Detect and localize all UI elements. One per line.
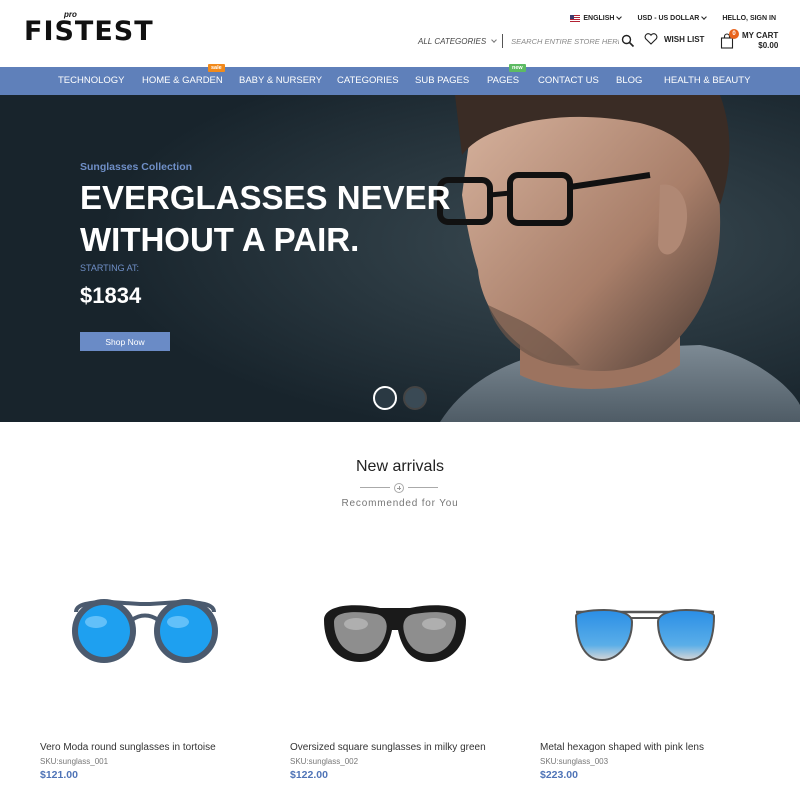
hero-price: $1834: [80, 283, 142, 308]
nav-item-technology[interactable]: TECHNOLOGY: [58, 67, 125, 95]
wishlist-label: WISH LIST: [664, 34, 705, 44]
product-price: $121.00: [40, 769, 78, 781]
logo[interactable]: pro FISTEST: [24, 10, 174, 47]
section-divider: [360, 482, 440, 494]
nav-item-health-beauty[interactable]: HEALTH & BEAUTY: [664, 67, 750, 95]
language-label: ENGLISH: [583, 14, 615, 22]
nav-item-home-garden[interactable]: HOME & GARDEN sale: [142, 64, 225, 95]
chevron-down-icon: [616, 13, 623, 20]
product-name[interactable]: Oversized square sunglasses in milky gre…: [290, 742, 486, 753]
shop-now-button[interactable]: Shop Now: [80, 332, 170, 351]
language-selector[interactable]: ENGLISH: [570, 12, 623, 24]
chevron-down-icon: [491, 36, 498, 43]
sale-badge: sale: [208, 64, 225, 72]
nav-item-sub-pages[interactable]: SUB PAGES: [415, 67, 469, 95]
product-card[interactable]: Oversized square sunglasses in milky gre…: [290, 560, 500, 790]
cart-total: $0.00: [758, 41, 779, 50]
product-price: $223.00: [540, 769, 578, 781]
chevron-down-icon: [701, 13, 708, 20]
section-subtitle: Recommended for You: [341, 498, 459, 509]
nav-item-label: CONTACT US: [538, 75, 599, 86]
sign-in-label: HELLO, SIGN IN: [722, 14, 776, 22]
cart-count-badge: 0: [729, 29, 739, 39]
nav-item-blog[interactable]: BLOG: [616, 67, 642, 95]
product-card[interactable]: Metal hexagon shaped with pink lens SKU:…: [540, 560, 750, 790]
new-badge: new: [509, 64, 526, 72]
plus-circle-icon: [394, 483, 404, 493]
currency-label: USD - US DOLLAR: [637, 14, 700, 22]
search-icon[interactable]: [621, 34, 635, 48]
category-select[interactable]: ALL CATEGORIES: [418, 34, 504, 48]
nav-item-label: CATEGORIES: [337, 75, 399, 86]
slider-dot-2[interactable]: [403, 386, 427, 410]
product-image[interactable]: [290, 560, 500, 700]
divider-line: [360, 487, 390, 488]
product-sku: SKU:sunglass_003: [540, 757, 609, 766]
nav-item-baby-nursery[interactable]: BABY & NURSERY: [239, 67, 322, 95]
product-image[interactable]: [40, 560, 250, 700]
cart-summary: MY CART $0.00: [742, 31, 778, 51]
nav-item-label: BABY & NURSERY: [239, 75, 323, 86]
currency-selector[interactable]: USD - US DOLLAR: [637, 12, 708, 24]
top-links: ENGLISH USD - US DOLLAR HELLO, SIGN IN: [570, 12, 776, 24]
hero-subtitle: Sunglasses Collection: [80, 161, 193, 173]
us-flag-icon: [570, 14, 581, 22]
product-card[interactable]: Vero Moda round sunglasses in tortoise S…: [40, 560, 250, 790]
nav-item-label: TECHNOLOGY: [58, 75, 125, 86]
slider-dot-1[interactable]: [373, 386, 397, 410]
nav-item-label: PAGES: [487, 75, 520, 86]
product-name[interactable]: Vero Moda round sunglasses in tortoise: [40, 742, 216, 753]
wishlist-link[interactable]: WISH LIST: [644, 33, 704, 45]
heart-icon: [644, 33, 658, 45]
cart-link[interactable]: 0 MY CART $0.00: [720, 29, 778, 51]
cart-icon-wrap: 0: [720, 29, 739, 49]
nav-item-categories[interactable]: CATEGORIES: [337, 67, 399, 95]
product-sku: SKU:sunglass_002: [290, 757, 359, 766]
section-title: New arrivals: [355, 458, 444, 475]
category-select-label: ALL CATEGORIES: [418, 36, 487, 46]
sign-in-link[interactable]: HELLO, SIGN IN: [722, 12, 776, 24]
nav-item-label: SUB PAGES: [415, 75, 470, 86]
search-bar: ALL CATEGORIES: [418, 33, 635, 49]
nav-item-label: HEALTH & BEAUTY: [664, 75, 751, 86]
hero-starting-label: STARTING AT:: [80, 263, 140, 273]
hero-title: EVERGLASSES NEVER WITHOUT A PAIR.: [80, 179, 451, 258]
site-header: pro FISTEST ENGLISH USD - US DOLLAR HELL…: [0, 0, 800, 67]
hero-banner: Sunglasses Collection EVERGLASSES NEVER …: [0, 95, 800, 422]
product-name[interactable]: Metal hexagon shaped with pink lens: [540, 742, 704, 753]
logo-text: FISTEST: [24, 16, 154, 47]
cart-label: MY CART: [742, 31, 779, 40]
nav-item-pages[interactable]: PAGES new: [487, 64, 526, 95]
nav-item-label: BLOG: [616, 75, 643, 86]
main-nav: TECHNOLOGY HOME & GARDEN sale BABY & NUR…: [0, 64, 800, 95]
divider-line: [408, 487, 438, 488]
product-price: $122.00: [290, 769, 328, 781]
product-sku: SKU:sunglass_001: [40, 757, 109, 766]
search-input[interactable]: [511, 36, 620, 46]
product-image[interactable]: [540, 560, 750, 700]
nav-item-label: HOME & GARDEN: [142, 75, 223, 86]
nav-item-contact-us[interactable]: CONTACT US: [538, 67, 599, 95]
